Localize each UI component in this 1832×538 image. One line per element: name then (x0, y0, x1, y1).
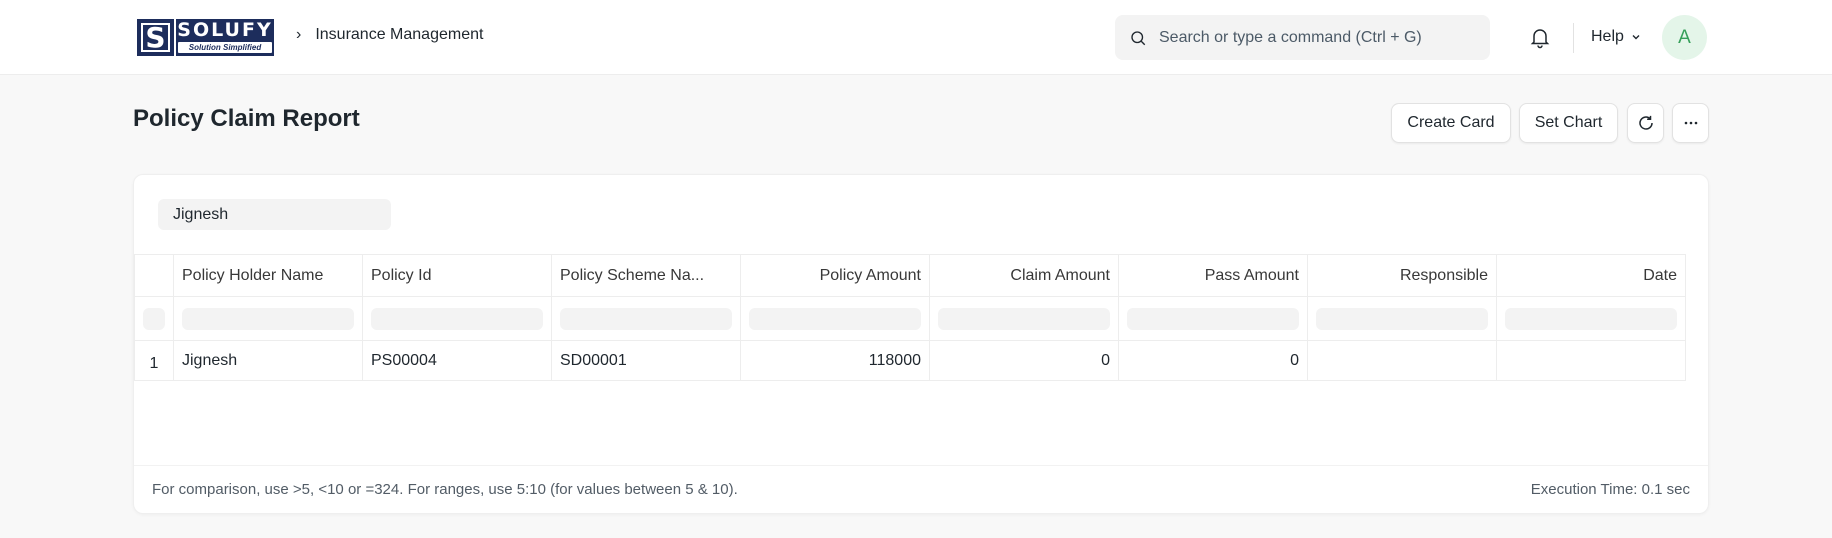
report-card: Policy Holder Name Policy Id Policy Sche… (133, 174, 1709, 514)
column-header[interactable]: Pass Amount (1118, 254, 1308, 297)
logo-text: SOLUFY Solution Simplified (176, 19, 274, 56)
column-filter-input[interactable] (938, 307, 1110, 330)
column-header[interactable]: Responsible (1307, 254, 1497, 297)
cell-claim-amount[interactable]: 0 (929, 340, 1119, 381)
column-header[interactable]: Claim Amount (929, 254, 1119, 297)
breadcrumb-insurance-management[interactable]: Insurance Management (315, 26, 483, 44)
cell-policy-scheme[interactable]: SD00001 (551, 340, 741, 381)
filter-hint: For comparison, use >5, <10 or =324. For… (152, 481, 738, 498)
column-filter-input[interactable] (1127, 307, 1299, 330)
breadcrumb: › Insurance Management (296, 26, 483, 44)
cell-date[interactable] (1496, 340, 1686, 381)
navbar-divider (1573, 23, 1574, 53)
column-header[interactable]: Date (1496, 254, 1686, 297)
column-header[interactable]: Policy Scheme Na... (551, 254, 741, 297)
execution-time: Execution Time: 0.1 sec (1530, 481, 1690, 498)
notification-bell-icon[interactable] (1528, 25, 1552, 49)
avatar[interactable]: A (1662, 15, 1707, 60)
row-filter-cell (143, 307, 165, 330)
column-filter-input[interactable] (182, 307, 354, 330)
navbar: S SOLUFY Solution Simplified › Insurance… (0, 0, 1832, 75)
create-card-button[interactable]: Create Card (1391, 103, 1511, 143)
column-filter-input[interactable] (560, 307, 732, 330)
column-header[interactable]: Policy Amount (740, 254, 930, 297)
cell-pass-amount[interactable]: 0 (1118, 340, 1308, 381)
table-header-row: Policy Holder Name Policy Id Policy Sche… (134, 254, 1686, 297)
table-row[interactable]: 1 Jignesh PS00004 SD00001 118000 0 0 (134, 340, 1686, 381)
column-filter-row (134, 296, 1686, 341)
footer-divider (134, 465, 1708, 466)
logo-name: SOLUFY (177, 19, 273, 41)
column-filter-input[interactable] (1316, 307, 1488, 330)
cell-policy-amount[interactable]: 118000 (740, 340, 930, 381)
search-icon (1131, 30, 1146, 45)
column-header[interactable]: Policy Id (362, 254, 552, 297)
logo-mark: S (137, 19, 174, 56)
cell-policy-id[interactable]: PS00004 (362, 340, 552, 381)
cell-policy-holder-name[interactable]: Jignesh (173, 340, 363, 381)
logo-tagline: Solution Simplified (178, 42, 272, 53)
report-table: Policy Holder Name Policy Id Policy Sche… (134, 254, 1686, 381)
column-filter-input[interactable] (1505, 307, 1677, 330)
search-input[interactable] (1159, 28, 1479, 47)
column-filter-input[interactable] (749, 307, 921, 330)
help-dropdown[interactable]: Help (1591, 28, 1642, 46)
search-bar[interactable] (1115, 15, 1490, 60)
row-index-header (134, 254, 174, 297)
column-filter-input[interactable] (371, 307, 543, 330)
cell-responsible[interactable] (1307, 340, 1497, 381)
help-label: Help (1591, 28, 1624, 45)
column-header[interactable]: Policy Holder Name (173, 254, 363, 297)
row-index: 1 (134, 340, 174, 381)
app-logo[interactable]: S SOLUFY Solution Simplified (137, 19, 274, 56)
more-options-button[interactable] (1672, 103, 1709, 143)
policy-holder-filter[interactable] (158, 199, 391, 230)
refresh-button[interactable] (1627, 103, 1664, 143)
set-chart-button[interactable]: Set Chart (1519, 103, 1618, 143)
refresh-icon (1638, 115, 1653, 130)
page-title: Policy Claim Report (133, 105, 360, 132)
chevron-down-icon (1632, 35, 1640, 40)
chevron-right-icon: › (296, 26, 302, 43)
more-horizontal-icon (1684, 121, 1697, 125)
